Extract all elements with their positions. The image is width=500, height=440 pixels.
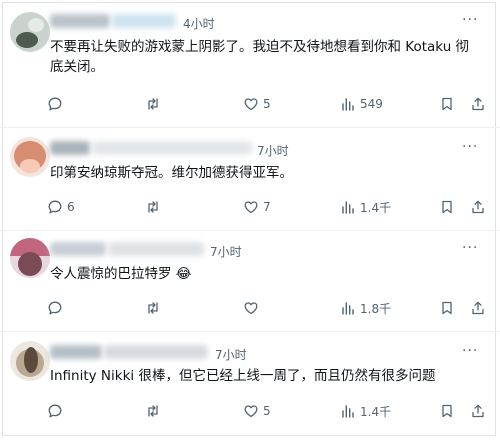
like-count: 5 bbox=[263, 404, 271, 418]
post-actions: 5 1.4千 bbox=[47, 401, 487, 421]
like-count: 5 bbox=[263, 97, 271, 111]
handle-redacted bbox=[112, 14, 176, 28]
views-button[interactable]: 1.4千 bbox=[340, 197, 391, 217]
share-icon bbox=[470, 300, 486, 316]
share-icon bbox=[470, 199, 486, 215]
views-bar-chart-icon bbox=[340, 199, 356, 215]
reply-icon bbox=[47, 199, 63, 215]
views-button[interactable]: 1.4千 bbox=[340, 401, 391, 421]
post-actions: 6 7 1.4千 bbox=[47, 197, 487, 217]
post-actions: 1.8千 bbox=[47, 298, 487, 318]
share-button[interactable] bbox=[470, 197, 486, 217]
repost-icon bbox=[145, 300, 161, 316]
heart-icon bbox=[243, 403, 259, 419]
post-text-body: 令人震惊的巴拉特罗 bbox=[50, 266, 172, 282]
divider bbox=[0, 230, 500, 231]
avatar[interactable] bbox=[10, 12, 50, 52]
bookmark-icon bbox=[439, 96, 455, 112]
bookmark-button[interactable] bbox=[439, 94, 455, 114]
divider bbox=[0, 127, 500, 128]
laughing-emoji: 😂 bbox=[175, 266, 192, 282]
bookmark-icon bbox=[439, 403, 455, 419]
view-count: 1.8千 bbox=[360, 301, 392, 316]
bookmark-button[interactable] bbox=[439, 298, 455, 318]
bookmark-button[interactable] bbox=[439, 401, 455, 421]
bookmark-button[interactable] bbox=[439, 197, 455, 217]
heart-icon bbox=[243, 96, 259, 112]
more-options-icon[interactable]: ··· bbox=[462, 139, 478, 155]
bookmark-icon bbox=[439, 300, 455, 316]
bookmark-icon bbox=[439, 199, 455, 215]
repost-icon bbox=[145, 199, 161, 215]
username-redacted bbox=[50, 141, 90, 155]
more-options-icon[interactable]: ··· bbox=[462, 240, 478, 256]
post-time[interactable]: 7小时 bbox=[215, 346, 247, 363]
reply-icon bbox=[47, 96, 63, 112]
repost-icon bbox=[145, 96, 161, 112]
views-bar-chart-icon bbox=[340, 96, 356, 112]
view-count: 1.4千 bbox=[360, 200, 392, 215]
views-button[interactable]: 1.8千 bbox=[340, 298, 391, 318]
repost-icon bbox=[145, 403, 161, 419]
reply-button[interactable] bbox=[47, 94, 63, 114]
avatar[interactable] bbox=[10, 137, 50, 177]
more-options-icon[interactable]: ··· bbox=[462, 343, 478, 359]
repost-button[interactable] bbox=[145, 94, 161, 114]
like-button[interactable] bbox=[243, 298, 259, 318]
heart-icon bbox=[243, 199, 259, 215]
share-button[interactable] bbox=[470, 401, 486, 421]
post-time[interactable]: 7小时 bbox=[257, 142, 289, 159]
views-button[interactable]: 549 bbox=[340, 94, 383, 114]
repost-button[interactable] bbox=[145, 401, 161, 421]
view-count: 1.4千 bbox=[360, 404, 392, 419]
share-icon bbox=[470, 403, 486, 419]
like-button[interactable]: 5 bbox=[243, 94, 271, 114]
username-redacted bbox=[50, 345, 102, 359]
post-text: 印第安纳琼斯夺冠。维尔加德获得亚军。 bbox=[50, 165, 293, 181]
repost-button[interactable] bbox=[145, 298, 161, 318]
like-button[interactable]: 5 bbox=[243, 401, 271, 421]
share-icon bbox=[470, 96, 486, 112]
username-redacted bbox=[50, 242, 106, 256]
views-bar-chart-icon bbox=[340, 403, 356, 419]
reply-button[interactable]: 6 bbox=[47, 197, 75, 217]
share-button[interactable] bbox=[470, 298, 486, 318]
reply-icon bbox=[47, 300, 63, 316]
share-button[interactable] bbox=[470, 94, 486, 114]
divider bbox=[0, 331, 500, 332]
handle-redacted bbox=[108, 242, 204, 256]
more-options-icon[interactable]: ··· bbox=[462, 12, 478, 28]
repost-button[interactable] bbox=[145, 197, 161, 217]
like-button[interactable]: 7 bbox=[243, 197, 271, 217]
handle-redacted bbox=[104, 345, 208, 359]
avatar[interactable] bbox=[10, 238, 50, 278]
username-redacted bbox=[50, 14, 110, 28]
reply-button[interactable] bbox=[47, 298, 63, 318]
post-time[interactable]: 4小时 bbox=[183, 15, 215, 32]
post-text: 令人震惊的巴拉特罗 😂 bbox=[50, 264, 470, 284]
post-actions: 5 549 bbox=[47, 94, 487, 114]
post-text: Infinity Nikki 很棒，但它已经上线一周了，而且仍然有很多问题 bbox=[50, 368, 436, 384]
like-count: 7 bbox=[263, 200, 271, 214]
reply-icon bbox=[47, 403, 63, 419]
reply-count: 6 bbox=[67, 200, 75, 214]
reply-button[interactable] bbox=[47, 401, 63, 421]
handle-redacted bbox=[92, 141, 252, 155]
avatar[interactable] bbox=[10, 341, 50, 381]
post-text: 不要再让失败的游戏蒙上阴影了。我迫不及待地想看到你和 Kotaku 彻底关闭。 bbox=[50, 39, 470, 75]
views-bar-chart-icon bbox=[340, 300, 356, 316]
view-count: 549 bbox=[360, 97, 383, 111]
post-time[interactable]: 7小时 bbox=[210, 243, 242, 260]
heart-icon bbox=[243, 300, 259, 316]
